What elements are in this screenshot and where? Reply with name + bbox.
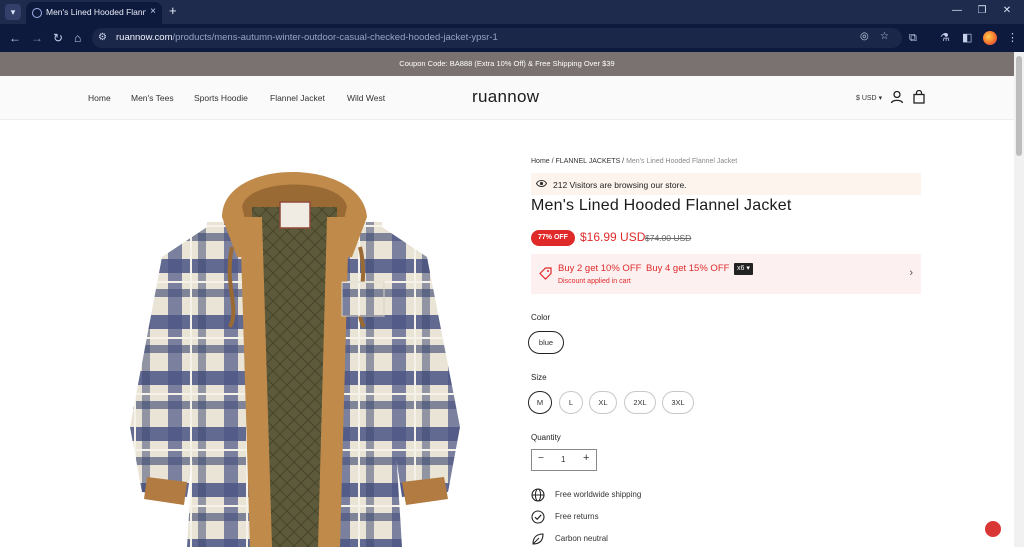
chevron-right-icon[interactable]: › — [909, 267, 913, 279]
check-circle-icon — [531, 510, 545, 524]
browser-toolbar: ← → ↻ ⌂ ⚙ ruannow.com/products/mens-autu… — [0, 24, 1024, 52]
home-icon[interactable]: ⌂ — [74, 30, 81, 46]
address-bar[interactable]: ⚙ ruannow.com/products/mens-autumn-winte… — [92, 28, 902, 48]
breadcrumb-current: Men's Lined Hooded Flannel Jacket — [626, 158, 738, 165]
site-header: Home Men's Tees Sports Hoodie Flannel Ja… — [0, 76, 1014, 120]
nav-sports-hoodie[interactable]: Sports Hoodie — [194, 93, 248, 103]
account-icon[interactable] — [890, 90, 904, 104]
nav-flannel-jacket[interactable]: Flannel Jacket — [270, 93, 325, 103]
scrollbar-thumb[interactable] — [1016, 56, 1022, 156]
restore-icon[interactable]: ❐ — [970, 3, 994, 19]
profile-avatar[interactable] — [983, 31, 997, 45]
window-close-icon[interactable]: ✕ — [995, 3, 1019, 19]
browser-tab-bar: ▾ Men's Lined Hooded Flannel Jac × + — ❐… — [0, 0, 1024, 24]
sale-price: $16.99 USD — [580, 230, 646, 244]
globe-icon — [531, 488, 545, 502]
quantity-input[interactable]: 1 — [561, 455, 565, 464]
quantity-increase-button[interactable]: + — [583, 452, 589, 464]
color-option-blue[interactable]: blue — [528, 331, 564, 354]
browser-tab-active[interactable]: Men's Lined Hooded Flannel Jac × — [26, 2, 162, 24]
breadcrumb: Home / FLANNEL JACKETS / Men's Lined Hoo… — [531, 158, 738, 165]
site-info-icon[interactable]: ⚙ — [98, 32, 107, 43]
tab-search-button[interactable]: ▾ — [5, 4, 21, 20]
visitors-banner: 212 Visitors are browsing our store. — [531, 173, 921, 195]
promo-line-2: Buy 4 get 15% OFF — [646, 263, 730, 274]
extensions-icon[interactable]: ⧉ — [909, 30, 917, 46]
reward-widget-button[interactable] — [985, 521, 1001, 537]
back-icon[interactable]: ← — [9, 30, 21, 46]
eye-icon — [536, 180, 547, 187]
product-image[interactable] — [112, 147, 474, 547]
tab-close-icon[interactable]: × — [150, 6, 156, 17]
new-tab-button[interactable]: + — [169, 3, 177, 19]
reload-icon[interactable]: ↻ — [53, 30, 63, 46]
tracking-protection-icon[interactable]: ◎ — [860, 31, 869, 42]
promo-line-1: Buy 2 get 10% OFF — [558, 263, 642, 274]
product-title: Men's Lined Hooded Flannel Jacket — [531, 197, 792, 214]
size-option-xl[interactable]: XL — [589, 391, 617, 414]
menu-dots-icon[interactable]: ⋮ — [1007, 30, 1018, 46]
minimize-icon[interactable]: — — [945, 3, 969, 19]
bundle-promo[interactable]: Buy 2 get 10% OFF Buy 4 get 15% OFF x6 ▾… — [531, 254, 921, 294]
page-viewport: Coupon Code: BA888 (Extra 10% Off) & Fre… — [0, 52, 1014, 547]
tag-icon — [539, 267, 552, 280]
forward-icon[interactable]: → — [31, 30, 43, 46]
site-logo[interactable]: ruannow — [472, 87, 539, 107]
quantity-decrease-button[interactable]: − — [538, 453, 544, 464]
globe-icon — [32, 8, 42, 18]
size-option-3xl[interactable]: 3XL — [662, 391, 694, 414]
size-option-2xl[interactable]: 2XL — [624, 391, 656, 414]
cart-icon[interactable] — [912, 90, 926, 104]
bookmark-star-icon[interactable]: ☆ — [880, 31, 889, 42]
quantity-label: Quantity — [531, 433, 561, 442]
color-label: Color — [531, 313, 551, 322]
breadcrumb-category[interactable]: FLANNEL JACKETS — [556, 158, 621, 165]
leaf-icon — [532, 533, 544, 545]
visitors-text: 212 Visitors are browsing our store. — [553, 180, 687, 190]
tab-title: Men's Lined Hooded Flannel Jac — [46, 7, 146, 17]
labs-icon[interactable]: ⚗ — [940, 30, 950, 46]
nav-home[interactable]: Home — [88, 93, 111, 103]
side-panel-icon[interactable]: ◧ — [962, 30, 972, 46]
size-option-m[interactable]: M — [528, 391, 552, 414]
size-label: Size — [531, 373, 547, 382]
currency-selector[interactable]: $ USD ▾ — [856, 94, 882, 102]
breadcrumb-home[interactable]: Home — [531, 158, 550, 165]
discount-badge: 77% OFF — [531, 230, 575, 246]
promo-subtext: Discount applied in cart — [558, 278, 631, 285]
compare-price: $74.00 USD — [645, 233, 692, 243]
nav-mens-tees[interactable]: Men's Tees — [131, 93, 174, 103]
url-text[interactable]: ruannow.com/products/mens-autumn-winter-… — [116, 32, 498, 43]
nav-wild-west[interactable]: Wild West — [347, 93, 385, 103]
quantity-stepper: − 1 + — [531, 449, 597, 471]
promo-multiplier: x6 ▾ — [734, 263, 753, 275]
announcement-bar: Coupon Code: BA888 (Extra 10% Off) & Fre… — [0, 52, 1014, 76]
size-option-l[interactable]: L — [559, 391, 583, 414]
page-scrollbar[interactable] — [1014, 52, 1024, 547]
